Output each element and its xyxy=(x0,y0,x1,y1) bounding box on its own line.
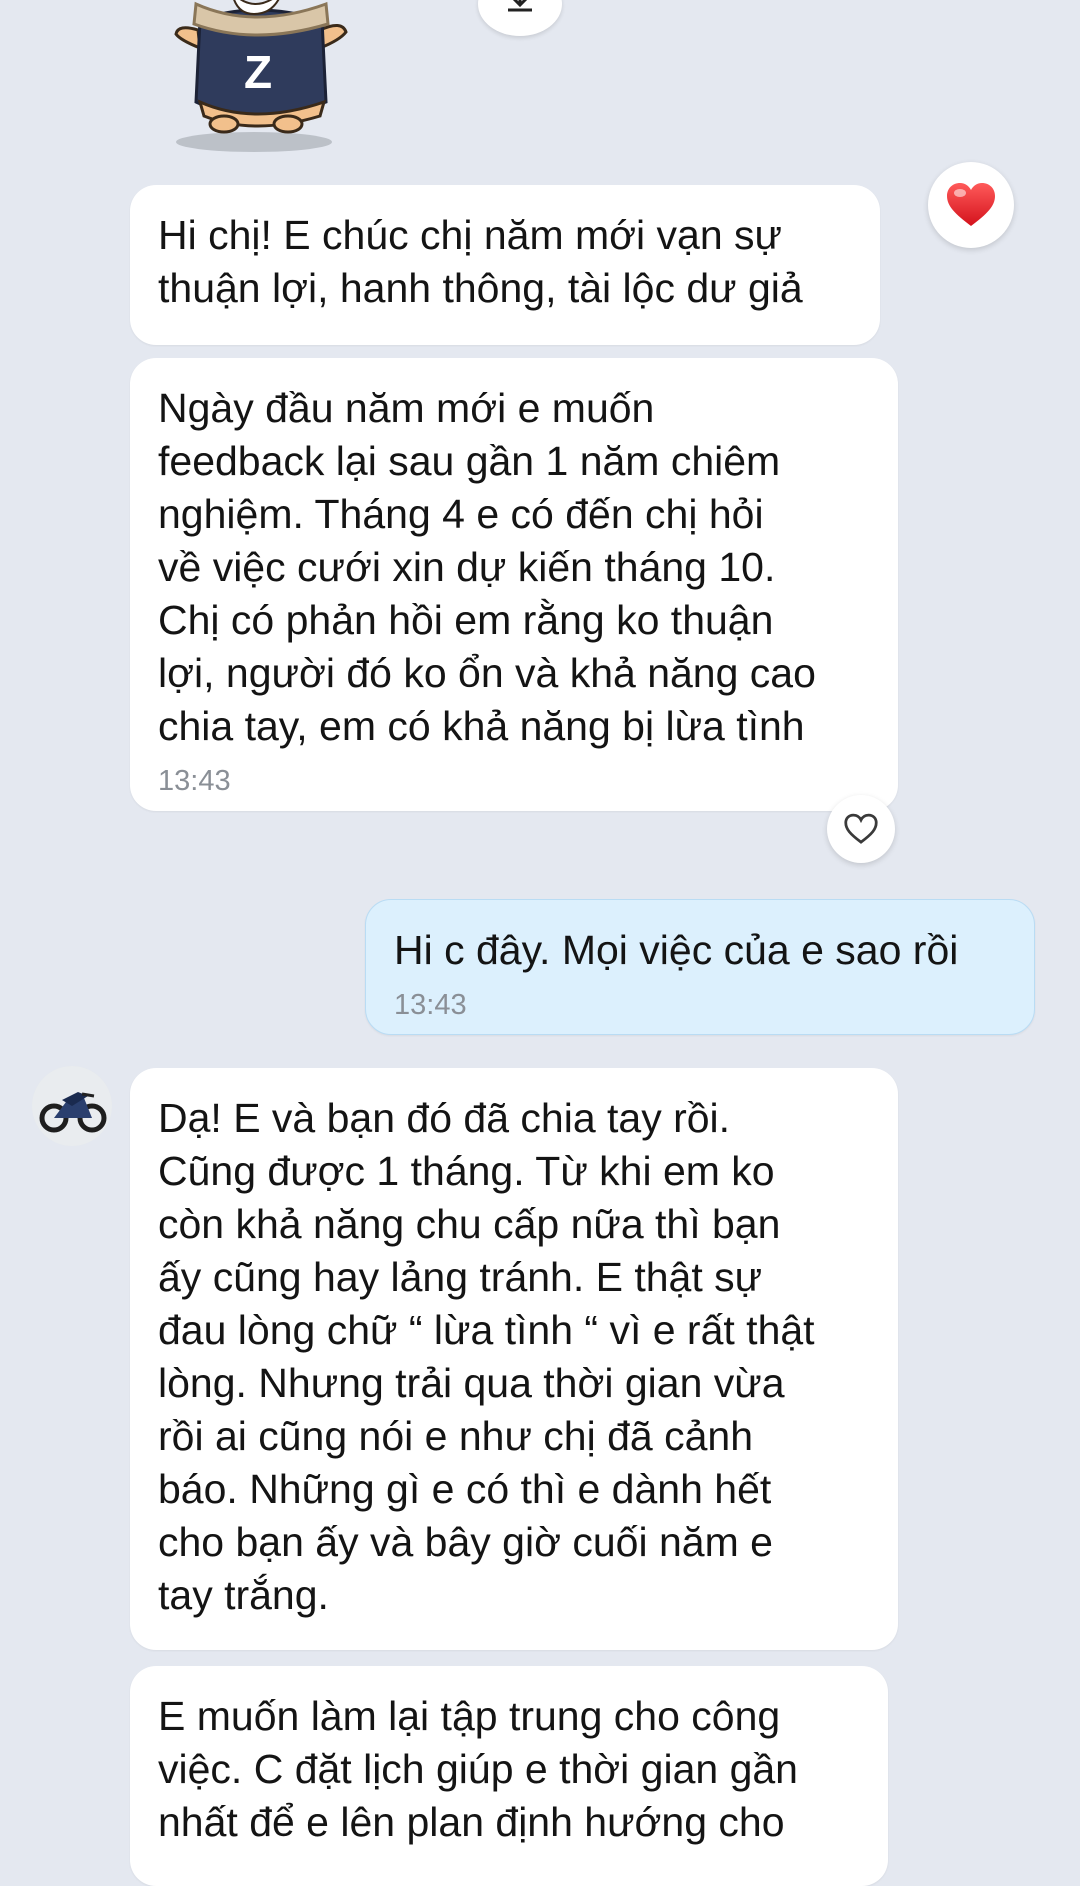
message-bubble[interactable]: E muốn làm lại tập trung cho công việc. … xyxy=(130,1666,888,1886)
heart-outline-icon xyxy=(844,813,878,844)
message-text: E muốn làm lại tập trung cho công việc. … xyxy=(158,1693,798,1845)
sticker-letter: Z xyxy=(244,46,272,98)
download-icon xyxy=(508,0,532,12)
hamster-sticker[interactable]: Z xyxy=(170,0,420,160)
message-bubble[interactable]: Ngày đầu năm mới e muốn feedback lại sau… xyxy=(130,358,898,811)
message-bubble[interactable]: Hi c đây. Mọi việc của e sao rồi 13:43 xyxy=(365,899,1035,1035)
motorcycle-avatar xyxy=(32,1066,112,1146)
download-button[interactable] xyxy=(478,0,562,36)
message-timestamp: 13:43 xyxy=(158,765,231,797)
heart-filled-icon xyxy=(947,183,995,226)
message-text: Hi chị! E chúc chị năm mới vạn sự thuận … xyxy=(158,212,803,311)
message-text: Ngày đầu năm mới e muốn feedback lại sau… xyxy=(158,385,816,749)
message-bubble[interactable]: Hi chị! E chúc chị năm mới vạn sự thuận … xyxy=(130,185,880,345)
message-text: Dạ! E và bạn đó đã chia tay rồi. Cũng đư… xyxy=(158,1095,815,1618)
chat-conversation: Z Hi chị! E chúc chị năm mới vạn sự thuậ… xyxy=(0,0,1080,1886)
reaction-button[interactable] xyxy=(928,162,1014,248)
reaction-button[interactable] xyxy=(827,795,895,863)
message-timestamp: 13:43 xyxy=(394,989,467,1021)
message-text: Hi c đây. Mọi việc của e sao rồi xyxy=(394,927,959,973)
message-bubble[interactable]: Dạ! E và bạn đó đã chia tay rồi. Cũng đư… xyxy=(130,1068,898,1650)
avatar[interactable] xyxy=(32,1066,112,1146)
